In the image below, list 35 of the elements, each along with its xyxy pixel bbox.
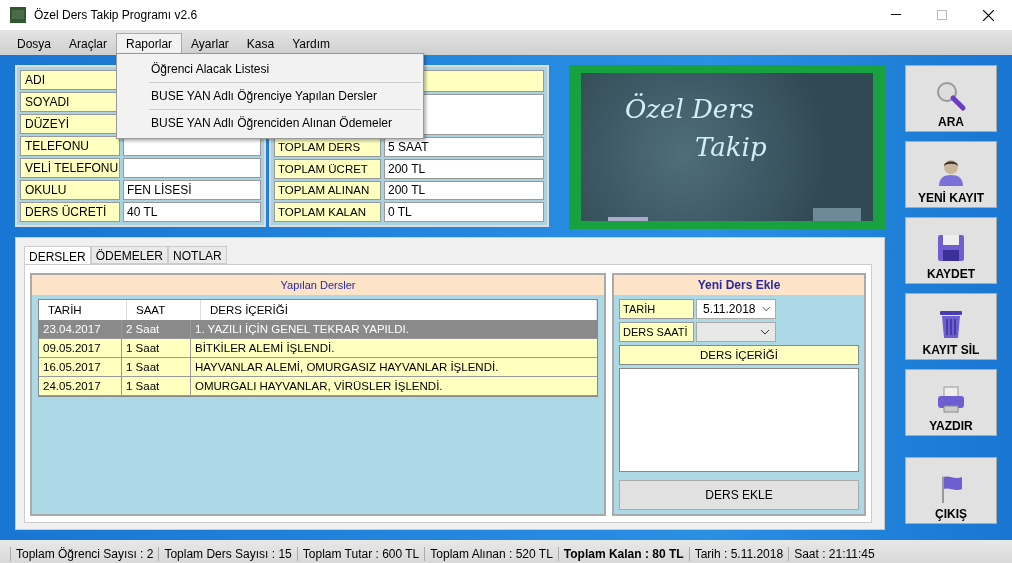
table-cell: 23.04.2017	[39, 320, 122, 338]
table-cell-text: OMURGALI HAYVANLAR, VİRÜSLER İŞLENDİ.	[194, 379, 444, 394]
board-text: Özel Ders	[624, 93, 755, 126]
status-item: Toplam Ders Sayısı : 15	[158, 547, 297, 561]
status-item: Toplam Tutar : 600 TL	[296, 547, 425, 561]
table-cell: 2 Saat	[122, 320, 191, 338]
table-cell: 16.05.2017	[39, 358, 122, 376]
field-label: DERS ÜCRETİ	[20, 202, 120, 222]
board-text: Takip	[694, 131, 768, 164]
status-item: Toplam Alınan : 520 TL	[424, 547, 558, 561]
table-cell-text: HAYVANLAR ALEMİ, OMURGASIZ HAYVANLAR İŞLENDİ.	[194, 360, 500, 375]
status-item: Toplam Öğrenci Sayısı : 2	[10, 547, 159, 561]
field-label: DERS SAATİ	[619, 322, 694, 342]
field-label: TELEFONU	[20, 136, 120, 156]
table-cell: 24.05.2017	[39, 377, 122, 395]
field-label: TOPLAM ALINAN	[274, 180, 381, 201]
panel-title: Yeni Ders Ekle	[614, 275, 864, 295]
field-label: DERS İÇERİĞİ	[619, 345, 859, 365]
table-cell: 1 Saat	[122, 377, 191, 395]
field-label: TOPLAM DERS	[274, 137, 381, 157]
table-cell: 09.05.2017	[39, 339, 122, 357]
table-cell-text: BİTKİLER ALEMİ İŞLENDİ.	[194, 341, 336, 356]
table-cell: 1 Saat	[122, 339, 191, 357]
table-cell-text: 1. YAZILI İÇİN GENEL TEKRAR YAPILDI.	[194, 322, 410, 337]
field-label: VELİ TELEFONU	[20, 158, 120, 178]
field-label: OKULU	[20, 180, 120, 200]
field-label: TOPLAM ÜCRET	[274, 158, 381, 179]
field-label: TARİH	[619, 299, 694, 319]
status-item: Tarih : 5.11.2018	[688, 547, 789, 561]
panel-title: Yapılan Dersler	[32, 275, 604, 295]
field-label: TOPLAM KALAN	[274, 202, 381, 222]
window-title: Özel Ders Takip Programı v2.6	[34, 8, 198, 22]
table-cell: 1 Saat	[122, 358, 191, 376]
status-item: Toplam Kalan : 80 TL	[557, 547, 689, 561]
status-item: Saat : 21:11:45	[788, 547, 880, 561]
